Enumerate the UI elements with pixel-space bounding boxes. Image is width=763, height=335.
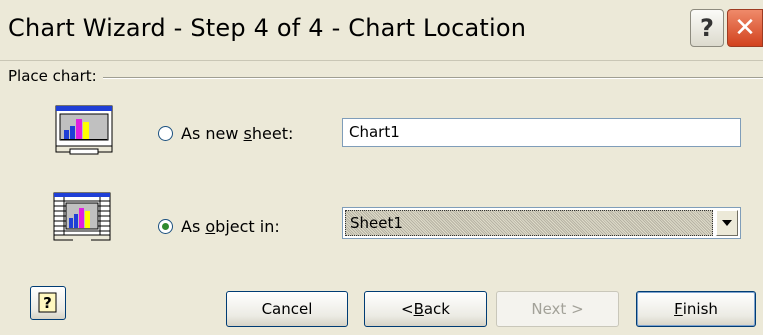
title-bar[interactable]: Chart Wizard - Step 4 of 4 - Chart Locat…: [0, 0, 763, 61]
chevron-down-icon: [722, 220, 732, 226]
new-sheet-radio[interactable]: [158, 126, 173, 141]
finish-button[interactable]: Finish: [636, 291, 756, 327]
office-assistant-help-button[interactable]: ?: [30, 286, 66, 320]
cancel-button[interactable]: Cancel: [226, 291, 348, 327]
office-assistant-help-icon: ?: [38, 292, 57, 313]
close-button[interactable]: ✕: [727, 9, 763, 47]
object-in-label: As object in:: [181, 217, 280, 236]
new-sheet-label: As new sheet:: [181, 124, 294, 143]
window-title: Chart Wizard - Step 4 of 4 - Chart Locat…: [8, 14, 527, 42]
next-button[interactable]: Next >: [496, 291, 619, 327]
chart-sheet-icon: [55, 105, 113, 155]
object-in-radio[interactable]: [158, 219, 173, 234]
group-divider: [8, 77, 763, 79]
chart-wizard-dialog: Chart Wizard - Step 4 of 4 - Chart Locat…: [0, 0, 763, 335]
dropdown-button[interactable]: [716, 210, 738, 236]
object-in-option[interactable]: As object in:: [158, 217, 280, 236]
place-chart-label: Place chart:: [8, 67, 103, 85]
selected-sheet-value[interactable]: Sheet1: [345, 210, 713, 236]
title-help-button[interactable]: ?: [690, 9, 724, 47]
embedded-chart-icon: [53, 192, 111, 241]
svg-text:?: ?: [43, 294, 52, 312]
object-in-sheet-select[interactable]: Sheet1: [342, 207, 741, 239]
new-sheet-option[interactable]: As new sheet:: [158, 124, 293, 143]
back-button[interactable]: < Back: [364, 291, 487, 327]
new-sheet-name-input[interactable]: Chart1: [342, 118, 741, 147]
